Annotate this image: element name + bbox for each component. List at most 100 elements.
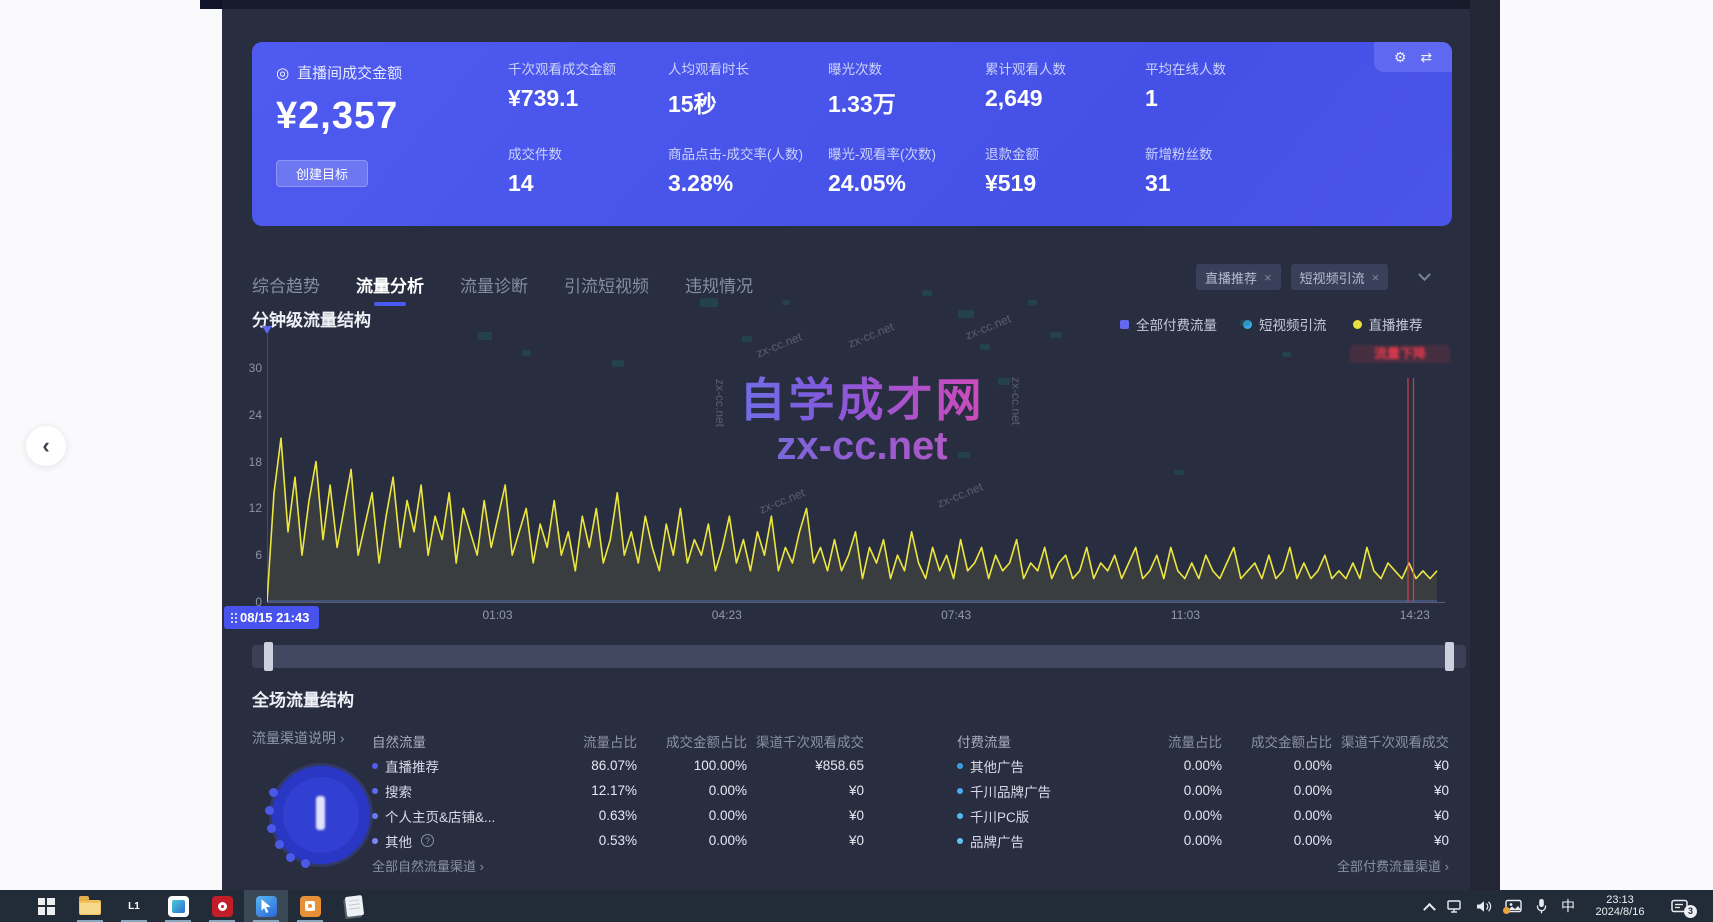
banner-metric: 成交件数14 [508,143,668,197]
notification-icon[interactable]: 3 [1671,899,1689,914]
gmv-banner: ⚙ ⇄ ◎ 直播间成交金额 ¥2,357 创建目标 千次观看成交金额¥739.1… [252,42,1452,226]
system-tray: 中 23:13 2024/8/16 3 [1425,890,1713,922]
artifact-blob [700,298,718,307]
taskbar-clock[interactable]: 23:13 2024/8/16 [1588,894,1652,919]
l1-app-icon[interactable] [112,890,156,922]
tray-expand-button[interactable] [1425,902,1434,911]
traffic-donut-chart[interactable] [272,766,370,864]
traffic-share-value: 0.00% [1127,808,1222,823]
pointer-app-icon[interactable] [244,890,288,922]
per-1k-views-gmv-value: ¥0 [747,783,864,798]
orange-badge [1503,907,1510,914]
column-header: 成交金额占比 [637,731,747,751]
tab-引流短视频[interactable]: 引流短视频 [564,272,649,297]
column-header: 流量占比 [542,731,637,751]
minute-traffic-chart[interactable] [267,358,1445,604]
create-goal-button[interactable]: 创建目标 [276,160,368,187]
watermark-tag: zx-cc.net [754,330,804,361]
info-icon[interactable]: ? [421,834,434,847]
filter-chips: 直播推荐×短视频引流× [1196,264,1429,290]
gmv-share-value: 0.00% [637,783,747,798]
metric-value: 3.28% [668,170,828,197]
notepad-app-icon[interactable] [332,890,376,922]
column-header: 流量占比 [1127,731,1222,751]
back-button[interactable]: ‹ [26,426,66,466]
banner-metric: 曝光-观看率(次数)24.05% [828,143,985,197]
docs-app-icon[interactable] [156,890,200,922]
donut-scallop [275,840,284,849]
scrollbar-track[interactable] [272,645,1446,668]
donut-scallop [269,788,278,797]
all-paid-channels-link[interactable]: 全部付费流量渠道 › [957,856,1449,875]
y-axis-tick: 12 [230,501,262,515]
artifact-blob [1240,320,1250,326]
metric-label: 退款金额 [985,143,1145,163]
channel-name: 个人主页&店铺&... [372,806,542,826]
column-header: 付费流量 [957,731,1127,751]
tab-违规情况[interactable]: 违规情况 [685,272,753,297]
time-range-start-handle[interactable]: 08/15 21:43 [224,606,319,629]
scrollbar-left-handle[interactable] [264,642,273,671]
channel-label: 其他广告 [970,756,1024,776]
clock-time: 23:13 [1606,894,1634,907]
channel-label: 其他 [385,831,412,851]
per-1k-views-gmv-value: ¥0 [1332,783,1449,798]
start-button[interactable] [24,890,68,922]
tab-综合趋势[interactable]: 综合趋势 [252,272,320,297]
window-right-shade [1470,0,1500,890]
traffic-share-value: 0.00% [1127,833,1222,848]
tabs: 综合趋势 流量分析 流量诊断 引流短视频 违规情况 [252,272,753,297]
legend-item[interactable]: 全部付费流量 [1120,314,1217,334]
artifact-blob [1028,300,1037,305]
chip-remove-icon[interactable]: × [1372,270,1380,285]
gmv-share-value: 0.00% [637,833,747,848]
chevron-down-icon[interactable] [1418,268,1431,281]
browser-app-icon[interactable] [200,890,244,922]
chip-label: 直播推荐 [1205,268,1257,287]
filter-chip[interactable]: 短视频引流× [1291,264,1389,290]
screenshot-icon[interactable] [1505,899,1522,913]
filter-chip[interactable]: 直播推荐 × [1196,264,1281,290]
metric-value: 15秒 [668,85,828,119]
column-header: 渠道千次观看成交 [1332,731,1449,751]
red-circle-icon [212,896,233,917]
artifact-blob [782,300,790,305]
chip-remove-icon[interactable]: × [1264,270,1272,285]
metric-value: ¥739.1 [508,85,668,112]
table-row: 其他广告0.00%0.00%¥0 [957,753,1449,778]
donut-scallop [301,859,310,868]
channel-explain-link[interactable]: 流量渠道说明 › [252,728,345,748]
traffic-share-value: 86.07% [542,758,637,773]
table-row: 搜索12.17%0.00%¥0 [372,778,864,803]
channel-label: 千川PC版 [970,806,1029,826]
tab-流量分析[interactable]: 流量分析 [356,272,424,297]
banner-metric: 退款金额¥519 [985,143,1145,197]
network-icon[interactable] [1447,899,1463,913]
microphone-icon[interactable] [1535,898,1548,914]
cursor-icon [256,896,277,917]
legend-marker-icon [1353,320,1362,329]
all-natural-channels-link[interactable]: 全部自然流量渠道 › [372,856,484,875]
column-header: 自然流量 [372,731,542,751]
volume-icon[interactable] [1476,900,1492,913]
scrollbar-right-handle[interactable] [1445,642,1454,671]
tab-流量诊断[interactable]: 流量诊断 [460,272,528,297]
legend-item[interactable]: 直播推荐 [1353,314,1423,334]
traffic-share-value: 12.17% [542,783,637,798]
ime-indicator[interactable]: 中 [1561,896,1575,916]
metric-label: 曝光次数 [828,58,985,78]
table-row: 千川品牌广告0.00%0.00%¥0 [957,778,1449,803]
channel-name: 千川PC版 [957,806,1127,826]
traffic-section-title: 全场流量结构 [252,686,354,711]
chart-range-scrollbar[interactable] [252,645,1466,668]
channel-label: 个人主页&店铺&... [385,806,495,826]
table-row: 个人主页&店铺&...0.63%0.00%¥0 [372,803,864,828]
channel-bullet-icon [372,763,378,769]
gmv-share-value: 100.00% [637,758,747,773]
file-explorer-icon[interactable] [68,890,112,922]
orange-app-icon[interactable] [288,890,332,922]
artifact-blob [958,452,970,458]
legend-item[interactable]: 短视频引流 [1243,314,1327,334]
banner-metric: 平均在线人数1 [1145,58,1305,119]
metric-label: 曝光-观看率(次数) [828,143,985,163]
